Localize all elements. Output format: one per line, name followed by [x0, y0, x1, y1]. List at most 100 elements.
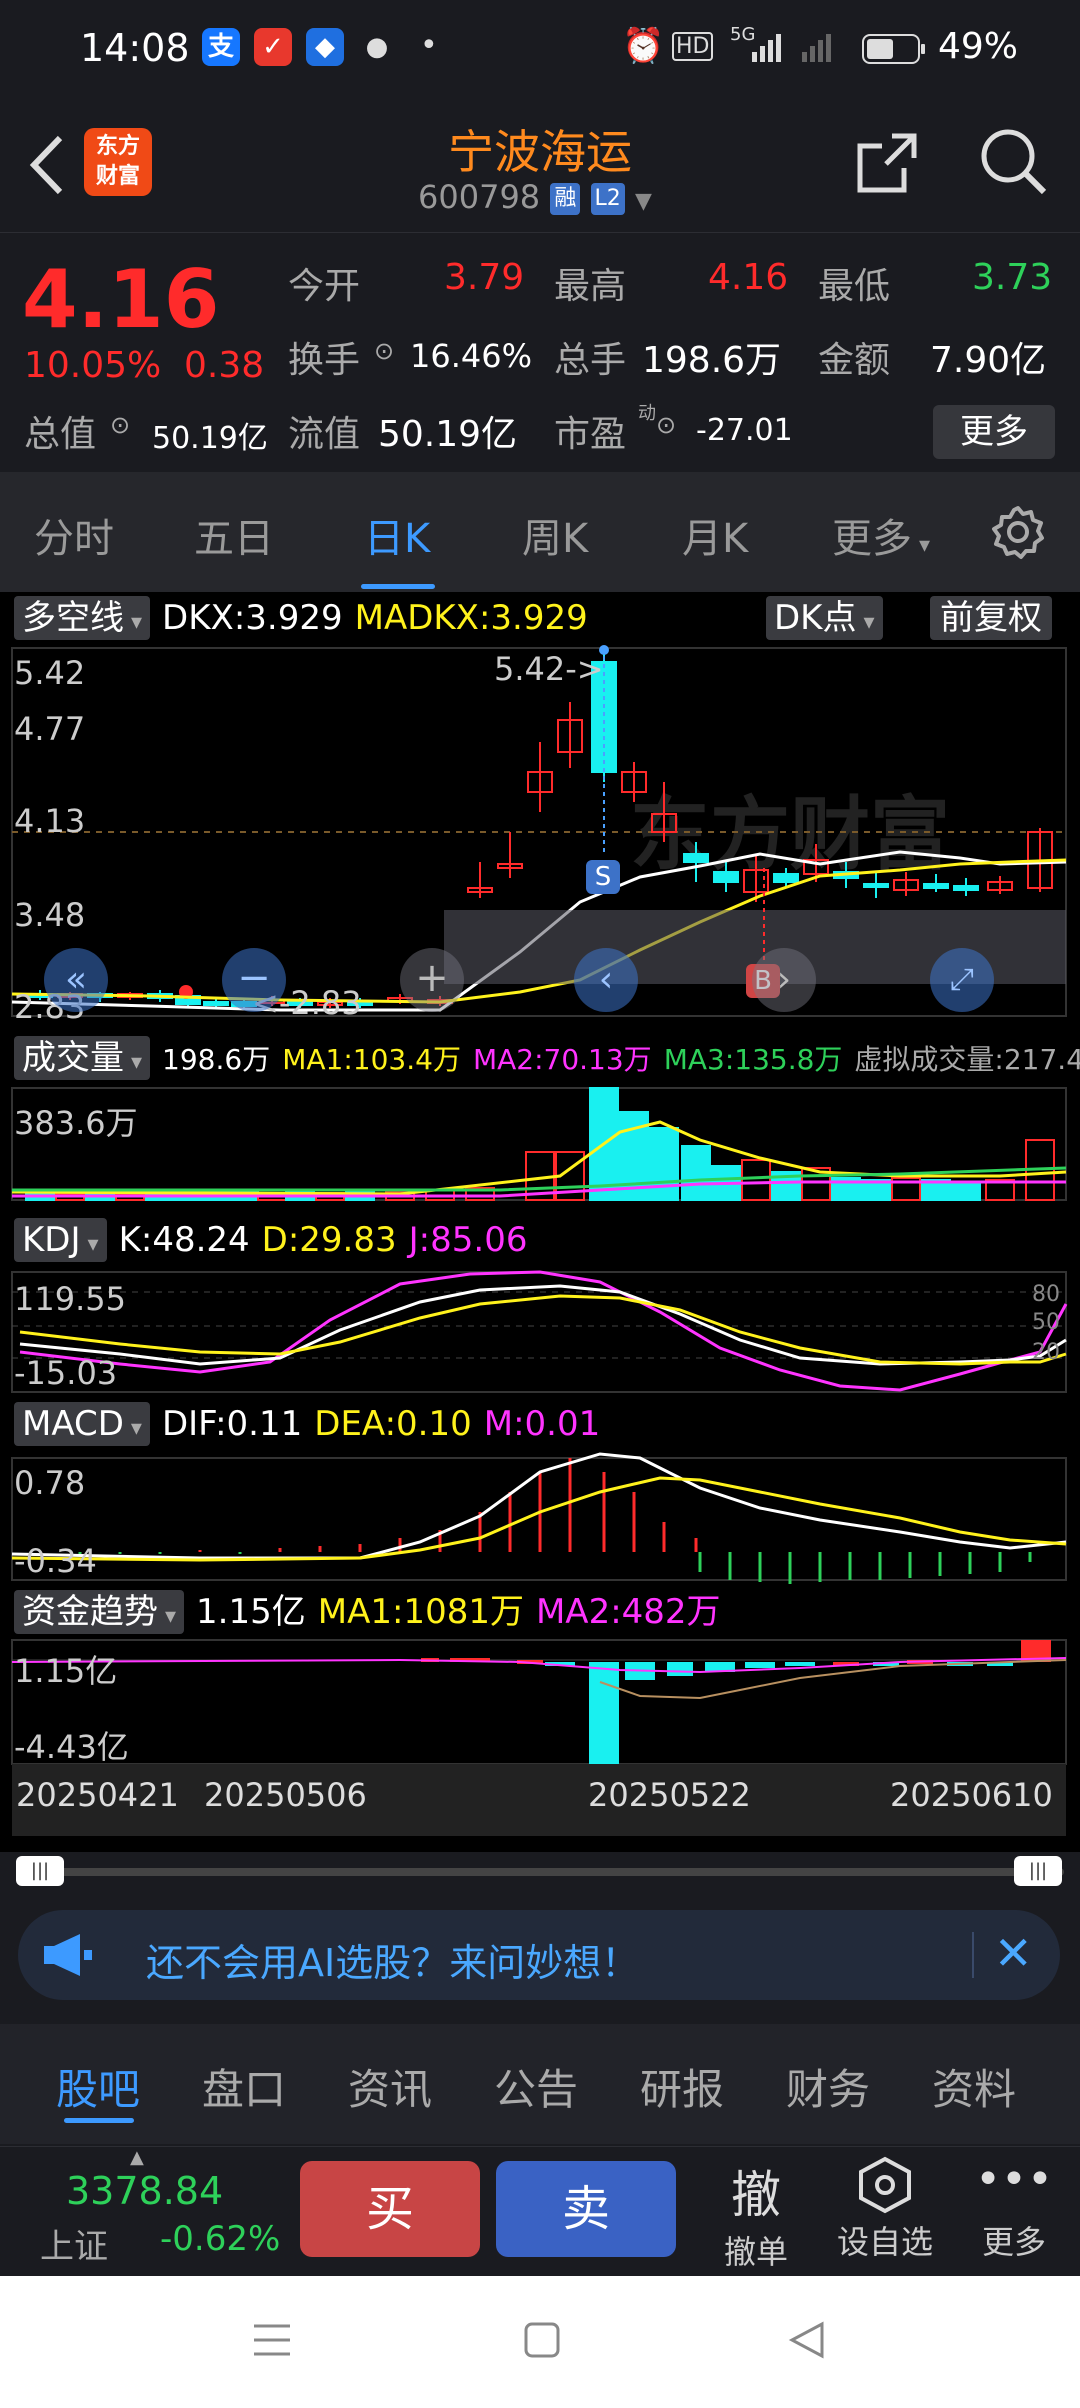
flow-ma2: MA2:482万	[535, 1592, 721, 1632]
trade-bar: ▲ 3378.84 上证 -0.62% 买 卖 撤 撤单 设自选 ••• 更多	[0, 2146, 1080, 2276]
change-amount: 0.38	[184, 345, 265, 386]
chevron-up-icon[interactable]: ▲	[130, 2147, 144, 2168]
more-quote-button[interactable]: 更多	[933, 405, 1055, 459]
signal-icon	[750, 32, 790, 62]
scroll-handle-right[interactable]: |||	[1014, 1856, 1062, 1886]
volume-indicator-dropdown[interactable]: 成交量	[14, 1036, 151, 1080]
tab-more[interactable]: 更多 ▾	[832, 506, 930, 564]
scroll-left-icon[interactable]: ‹	[574, 948, 638, 1012]
float-label: 流值	[288, 414, 361, 455]
macd-header: MACD DIF:0.11 DEA:0.10 M:0.01	[14, 1402, 1080, 1448]
flow-indicator-dropdown[interactable]: 资金趋势	[14, 1590, 185, 1634]
search-icon[interactable]	[978, 126, 1050, 198]
kdj-axis-bot: -15.03	[14, 1354, 118, 1392]
menu-icon[interactable]	[252, 2320, 292, 2360]
vol-ma2: MA2:70.13万	[472, 1043, 652, 1076]
info-icon[interactable]: ⊙	[374, 337, 394, 365]
max-price-marker: 5.42->	[494, 650, 604, 688]
tab-intraday[interactable]: 分时	[34, 506, 114, 564]
candle-body	[953, 885, 979, 891]
tab-daily-k[interactable]: 日K	[364, 506, 430, 564]
cancel-order-icon: 撤	[731, 2166, 781, 2224]
banner-text: 还不会用AI选股？来问妙想！	[146, 1941, 640, 1985]
macd-m: M:0.01	[483, 1404, 601, 1444]
open-label: 今开	[288, 266, 361, 307]
open-value: 3.79	[444, 257, 525, 298]
zoom-in-icon[interactable]: +	[400, 948, 464, 1012]
index-value[interactable]: 3378.84	[66, 2169, 223, 2213]
pe-sup: 动	[638, 403, 656, 424]
turnover-label: 换手	[288, 340, 361, 381]
battery-percent: 49%	[938, 26, 1019, 67]
volume-value: 198.6万	[642, 340, 782, 381]
candle-body	[713, 871, 739, 883]
flow-bar	[745, 1662, 775, 1668]
kdj-ref-50: 50	[1032, 1310, 1060, 1335]
dot-icon: •	[420, 28, 438, 63]
sell-button[interactable]: 卖	[496, 2161, 676, 2257]
more-actions-button[interactable]: ••• 更多	[974, 2155, 1054, 2263]
close-icon[interactable]: ✕	[994, 1926, 1033, 1980]
tab-pankou[interactable]: 盘口	[202, 2056, 286, 2117]
wechat-icon: ●	[365, 32, 389, 62]
amount-value: 7.90亿	[930, 340, 1047, 381]
flow-axis-top: 1.15亿	[14, 1652, 118, 1690]
candle-body	[203, 1001, 229, 1006]
stock-code-row[interactable]: 600798 融 L2 ▼	[418, 178, 652, 216]
fullscreen-icon[interactable]: ⤢	[930, 948, 994, 1012]
info-icon[interactable]: ⊙	[110, 411, 130, 439]
quote-panel: 4.16 10.05% 0.38 今开 3.79 最高 4.16 最低 3.73…	[0, 232, 1080, 472]
kdj-k: K:48.24	[118, 1220, 250, 1260]
pe-label: 市盈	[554, 414, 627, 455]
macd-indicator-dropdown[interactable]: MACD	[14, 1402, 150, 1446]
zoom-out-icon[interactable]: −	[222, 948, 286, 1012]
tab-guba[interactable]: 股吧	[56, 2056, 140, 2117]
tab-profile[interactable]: 资料	[932, 2056, 1016, 2117]
date-label-4: 20250610	[890, 1776, 1053, 1814]
tab-finance[interactable]: 财务	[786, 2056, 870, 2117]
candle-body	[773, 873, 799, 883]
alipay-icon: 支	[202, 28, 240, 66]
alarm-icon: ⏰	[622, 26, 665, 66]
flow-value: 1.15亿	[196, 1592, 306, 1632]
tab-monthly-k[interactable]: 月K	[682, 506, 748, 564]
ai-banner[interactable]: 还不会用AI选股？来问妙想！ ✕	[18, 1910, 1060, 2000]
flow-bar	[589, 1662, 619, 1764]
tab-announce[interactable]: 公告	[494, 2056, 578, 2117]
tab-more-label: 更多	[832, 516, 912, 562]
gear-icon[interactable]	[990, 504, 1046, 560]
scroll-right-icon[interactable]: ›	[752, 948, 816, 1012]
high-value: 4.16	[708, 257, 789, 298]
tab-research[interactable]: 研报	[640, 2056, 724, 2117]
chart-scrollbar[interactable]: ||| |||	[16, 1854, 1064, 1890]
k-axis-3: 4.13	[14, 802, 86, 840]
chevron-down-icon: ▾	[912, 533, 931, 558]
buy-button[interactable]: 买	[300, 2161, 480, 2257]
scroll-handle-left[interactable]: |||	[16, 1856, 64, 1886]
vol-ma3: MA3:135.8万	[663, 1043, 843, 1076]
date-label-3: 20250522	[588, 1776, 751, 1814]
cancel-order-button[interactable]: 撤 撤单	[716, 2155, 796, 2273]
signal-2-icon	[800, 32, 840, 62]
date-label-2: 20250506	[204, 1776, 367, 1814]
tab-news[interactable]: 资讯	[348, 2056, 432, 2117]
margin-tag: 融	[550, 183, 581, 215]
kdj-ref-80: 80	[1032, 1282, 1060, 1307]
flow-header: 资金趋势 1.15亿 MA1:1081万 MA2:482万	[14, 1584, 1080, 1634]
active-tab-indicator	[64, 2118, 134, 2123]
kdj-header: KDJ K:48.24 D:29.83 J:85.06	[14, 1218, 1080, 1264]
kdj-indicator-dropdown[interactable]: KDJ	[14, 1218, 107, 1262]
home-icon[interactable]	[522, 2320, 562, 2360]
add-watchlist-button[interactable]: 设自选	[830, 2155, 940, 2263]
back-nav-icon[interactable]	[786, 2320, 826, 2360]
share-icon[interactable]	[852, 128, 922, 198]
sell-signal[interactable]: S	[586, 860, 620, 894]
tab-five-day[interactable]: 五日	[194, 506, 274, 564]
amount-label: 金额	[818, 340, 891, 381]
tab-weekly-k[interactable]: 周K	[522, 506, 588, 564]
macd-dea: DEA:0.10	[314, 1404, 472, 1444]
scroll-left-fast-icon[interactable]: «	[44, 948, 108, 1012]
kdj-d-line	[19, 1294, 1067, 1366]
flow-bar	[785, 1662, 815, 1666]
info-icon[interactable]: ⊙	[656, 411, 676, 439]
